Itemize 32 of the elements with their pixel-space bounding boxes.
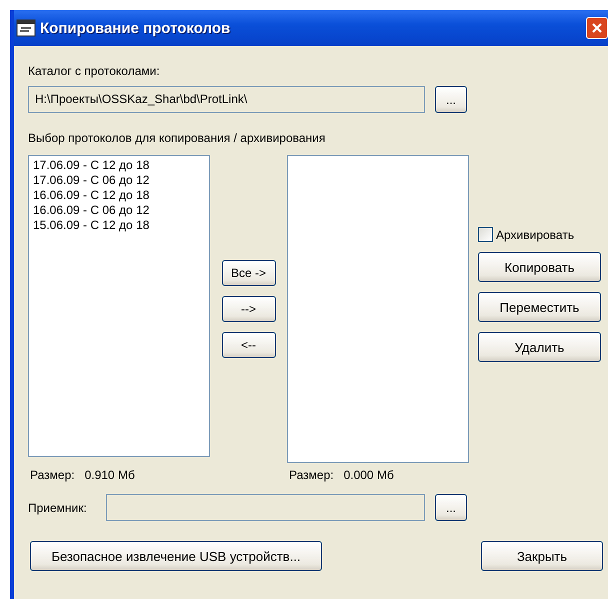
browse-button[interactable]: ... <box>435 494 467 521</box>
action-button[interactable]: Удалить <box>478 332 601 362</box>
browse-button[interactable]: ... <box>435 86 467 113</box>
catalog-label: Каталог с протоколами: <box>28 64 161 78</box>
window-icon <box>16 19 36 37</box>
move-button[interactable]: --> <box>222 296 276 322</box>
list-item[interactable]: 16.06.09 - С 06 до 12 <box>33 203 205 218</box>
close-icon <box>591 22 603 34</box>
selection-label: Выбор протоколов для копирования / архивирования <box>28 131 326 145</box>
action-button[interactable]: Копировать <box>478 252 601 282</box>
move-button[interactable]: Все -> <box>222 260 276 286</box>
list-item[interactable]: 17.06.09 - С 06 до 12 <box>33 173 205 188</box>
source-list[interactable]: 17.06.09 - С 12 до 18 17.06.09 - С 06 до 12 16.06.09 - С 12 до 18 16.06.09 - С 06 до 12 15.06.09 - С 12 до 18 <box>28 155 210 457</box>
window-title: Копирование протоколов <box>40 20 230 36</box>
size-label: Размер: <box>30 467 75 483</box>
close-dialog-button[interactable]: Закрыть <box>481 541 603 571</box>
size-label: Размер: <box>289 467 334 483</box>
safe-eject-button[interactable]: Безопасное извлечение USB устройств... <box>30 541 322 571</box>
checkbox[interactable] <box>478 227 493 242</box>
size-value: 0.910 Мб <box>84 467 135 483</box>
checkbox-label: Архивировать <box>496 228 574 242</box>
close-button[interactable] <box>586 17 608 39</box>
list-item[interactable]: 16.06.09 - С 12 до 18 <box>33 188 205 203</box>
list-item[interactable]: 17.06.09 - С 12 до 18 <box>33 158 205 173</box>
receiver-label: Приемник: <box>28 500 88 514</box>
action-button[interactable]: Переместить <box>478 292 601 322</box>
size-value: 0.000 Мб <box>344 467 394 483</box>
list-item[interactable]: 15.06.09 - С 12 до 18 <box>33 218 205 233</box>
archive-checkbox[interactable]: Архивировать <box>478 227 601 242</box>
receiver-field[interactable] <box>106 494 425 521</box>
move-button[interactable]: <-- <box>222 332 276 358</box>
catalog-path-field[interactable]: H:\Проекты\OSSKaz_Shar\bd\ProtLink\ <box>28 86 425 113</box>
